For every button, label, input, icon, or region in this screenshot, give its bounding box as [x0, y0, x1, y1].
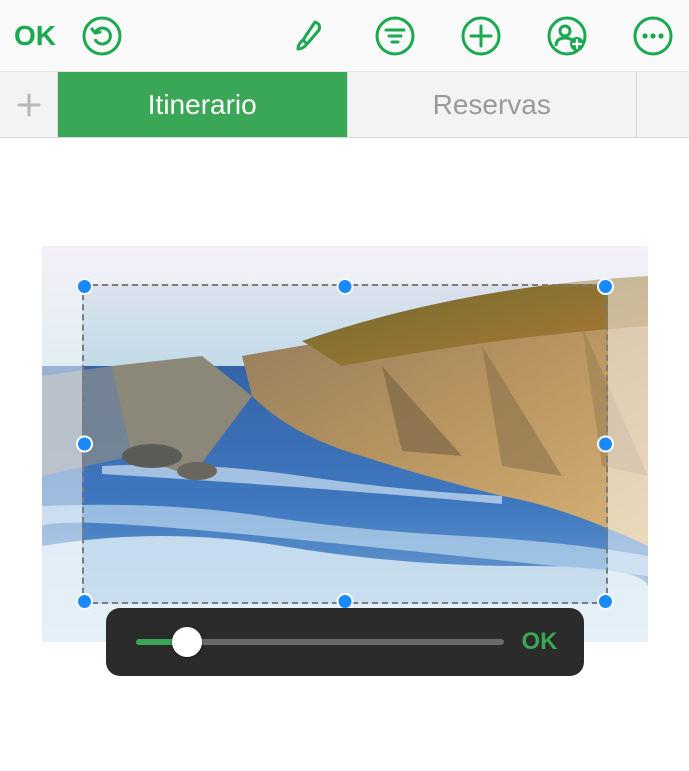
mask-ok-button[interactable]: OK — [522, 628, 558, 656]
brush-icon[interactable] — [287, 14, 331, 58]
ok-button[interactable]: OK — [14, 20, 56, 52]
crop-handle-mid-left[interactable] — [76, 436, 93, 453]
top-toolbar: OK — [0, 0, 689, 72]
crop-handle-bottom-right[interactable] — [597, 593, 614, 610]
crop-selection[interactable] — [82, 284, 608, 604]
plus-icon[interactable] — [459, 14, 503, 58]
mask-control-bar: OK — [106, 608, 584, 676]
tab-reservas[interactable]: Reservas — [348, 72, 638, 137]
crop-handle-top-left[interactable] — [76, 278, 93, 295]
crop-handle-top-center[interactable] — [337, 278, 354, 295]
crop-handle-top-right[interactable] — [597, 278, 614, 295]
tab-label: Itinerario — [148, 89, 257, 121]
undo-icon[interactable] — [80, 14, 124, 58]
tab-spacer — [637, 72, 689, 137]
crop-overlay — [42, 246, 648, 642]
tab-label: Reservas — [433, 89, 551, 121]
add-person-icon[interactable] — [545, 14, 589, 58]
sheet-tabs: Itinerario Reservas — [0, 72, 689, 138]
filter-icon[interactable] — [373, 14, 417, 58]
selected-image[interactable] — [42, 246, 648, 642]
slider-thumb[interactable] — [172, 627, 202, 657]
crop-handle-bottom-left[interactable] — [76, 593, 93, 610]
crop-dim — [608, 284, 648, 604]
toolbar-right-group — [287, 14, 675, 58]
canvas-area: OK — [0, 138, 689, 676]
mask-slider[interactable] — [136, 639, 504, 645]
crop-handle-mid-right[interactable] — [597, 436, 614, 453]
tab-itinerario[interactable]: Itinerario — [58, 72, 348, 137]
more-icon[interactable] — [631, 14, 675, 58]
toolbar-left-group: OK — [14, 14, 124, 58]
add-sheet-button[interactable] — [0, 72, 58, 137]
